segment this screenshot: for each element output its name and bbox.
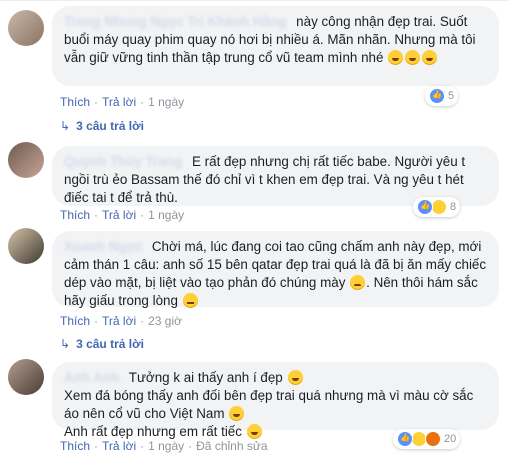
comment-bubble: Anh Anh Tưởng k ai thấy anh í đẹp Xem đá… [52, 362, 499, 439]
reaction-count: 20 [444, 433, 457, 445]
replies-count-label[interactable]: 3 câu trả lời [76, 119, 144, 133]
replies-count-label[interactable]: 3 câu trả lời [76, 337, 144, 351]
relieved-emoji-icon [246, 424, 262, 439]
reply-link[interactable]: Trả lời [102, 208, 136, 222]
comment-time[interactable]: 23 giờ [148, 314, 182, 328]
reply-arrow-icon: ↳ [60, 119, 71, 133]
comment-author[interactable]: Trang Nhung Ngọc Trí Khánh Hằng [64, 13, 286, 31]
like-reaction-icon [397, 431, 413, 447]
laughing-emoji-icon [422, 50, 438, 65]
like-reaction-icon [429, 88, 445, 104]
avatar[interactable] [8, 10, 44, 46]
comment-actions: Thích · Trả lời · 23 giờ [60, 314, 182, 328]
reaction-summary[interactable]: 8 [413, 197, 461, 217]
comment-text-line-1: Tưởng k ai thấy anh í đẹp [128, 370, 283, 385]
reply-arrow-icon: ↳ [60, 337, 71, 351]
avatar[interactable] [8, 142, 44, 178]
comment-text-line-3: Anh rất đẹp nhưng em rất tiếc [64, 424, 242, 439]
laughing-emoji-icon [229, 406, 245, 421]
comment-actions: Thích · Trả lời · 1 ngày [60, 95, 185, 109]
laughing-emoji-icon [287, 370, 303, 385]
comment-author[interactable]: Xoanh Ngọc [64, 238, 142, 256]
like-link[interactable]: Thích [60, 95, 90, 109]
comment-bubble: Trang Nhung Ngọc Trí Khánh Hằng này công… [52, 6, 499, 86]
comment-text-line-2: Xem đá bóng thấy anh đối bên đẹp trai qu… [64, 388, 474, 421]
reply-link[interactable]: Trả lời [102, 439, 136, 453]
avatar[interactable] [8, 228, 44, 264]
like-link[interactable]: Thích [60, 439, 90, 453]
avatar[interactable] [8, 359, 44, 395]
reaction-count: 5 [448, 90, 455, 102]
reaction-count: 8 [450, 201, 457, 213]
haha-reaction-icon [431, 199, 447, 215]
reaction-summary[interactable]: 20 [393, 429, 461, 449]
edited-label[interactable]: Đã chỉnh sửa [196, 439, 267, 453]
comment-bubble: Xoanh Ngọc Chời má, lúc đang coi tao cũn… [52, 231, 499, 308]
laughing-emoji-icon [405, 50, 421, 65]
laughing-emoji-icon [388, 50, 404, 65]
reply-link[interactable]: Trả lời [102, 95, 136, 109]
view-replies-link[interactable]: ↳ 3 câu trả lời [60, 119, 144, 133]
expressionless-emoji-icon [182, 293, 198, 308]
like-reaction-icon [417, 199, 433, 215]
comment-author[interactable]: Quỳnh Thủy Trang [64, 153, 182, 171]
angry-reaction-icon [425, 431, 441, 447]
like-link[interactable]: Thích [60, 208, 90, 222]
top-divider [0, 0, 509, 1]
reply-link[interactable]: Trả lời [102, 314, 136, 328]
comment-author[interactable]: Anh Anh [64, 369, 119, 387]
view-replies-link[interactable]: ↳ 3 câu trả lời [60, 337, 144, 351]
sad-emoji-icon [350, 275, 366, 290]
comment-time[interactable]: 1 ngày [148, 95, 184, 109]
like-link[interactable]: Thích [60, 314, 90, 328]
comment-actions: Thích · Trả lời · 1 ngày · Đã chỉnh sửa [60, 439, 268, 453]
comment-actions: Thích · Trả lời · 1 ngày [60, 208, 185, 222]
reaction-summary[interactable]: 5 [425, 86, 459, 106]
comment-time[interactable]: 1 ngày [148, 208, 184, 222]
comment-time[interactable]: 1 ngày [148, 439, 184, 453]
